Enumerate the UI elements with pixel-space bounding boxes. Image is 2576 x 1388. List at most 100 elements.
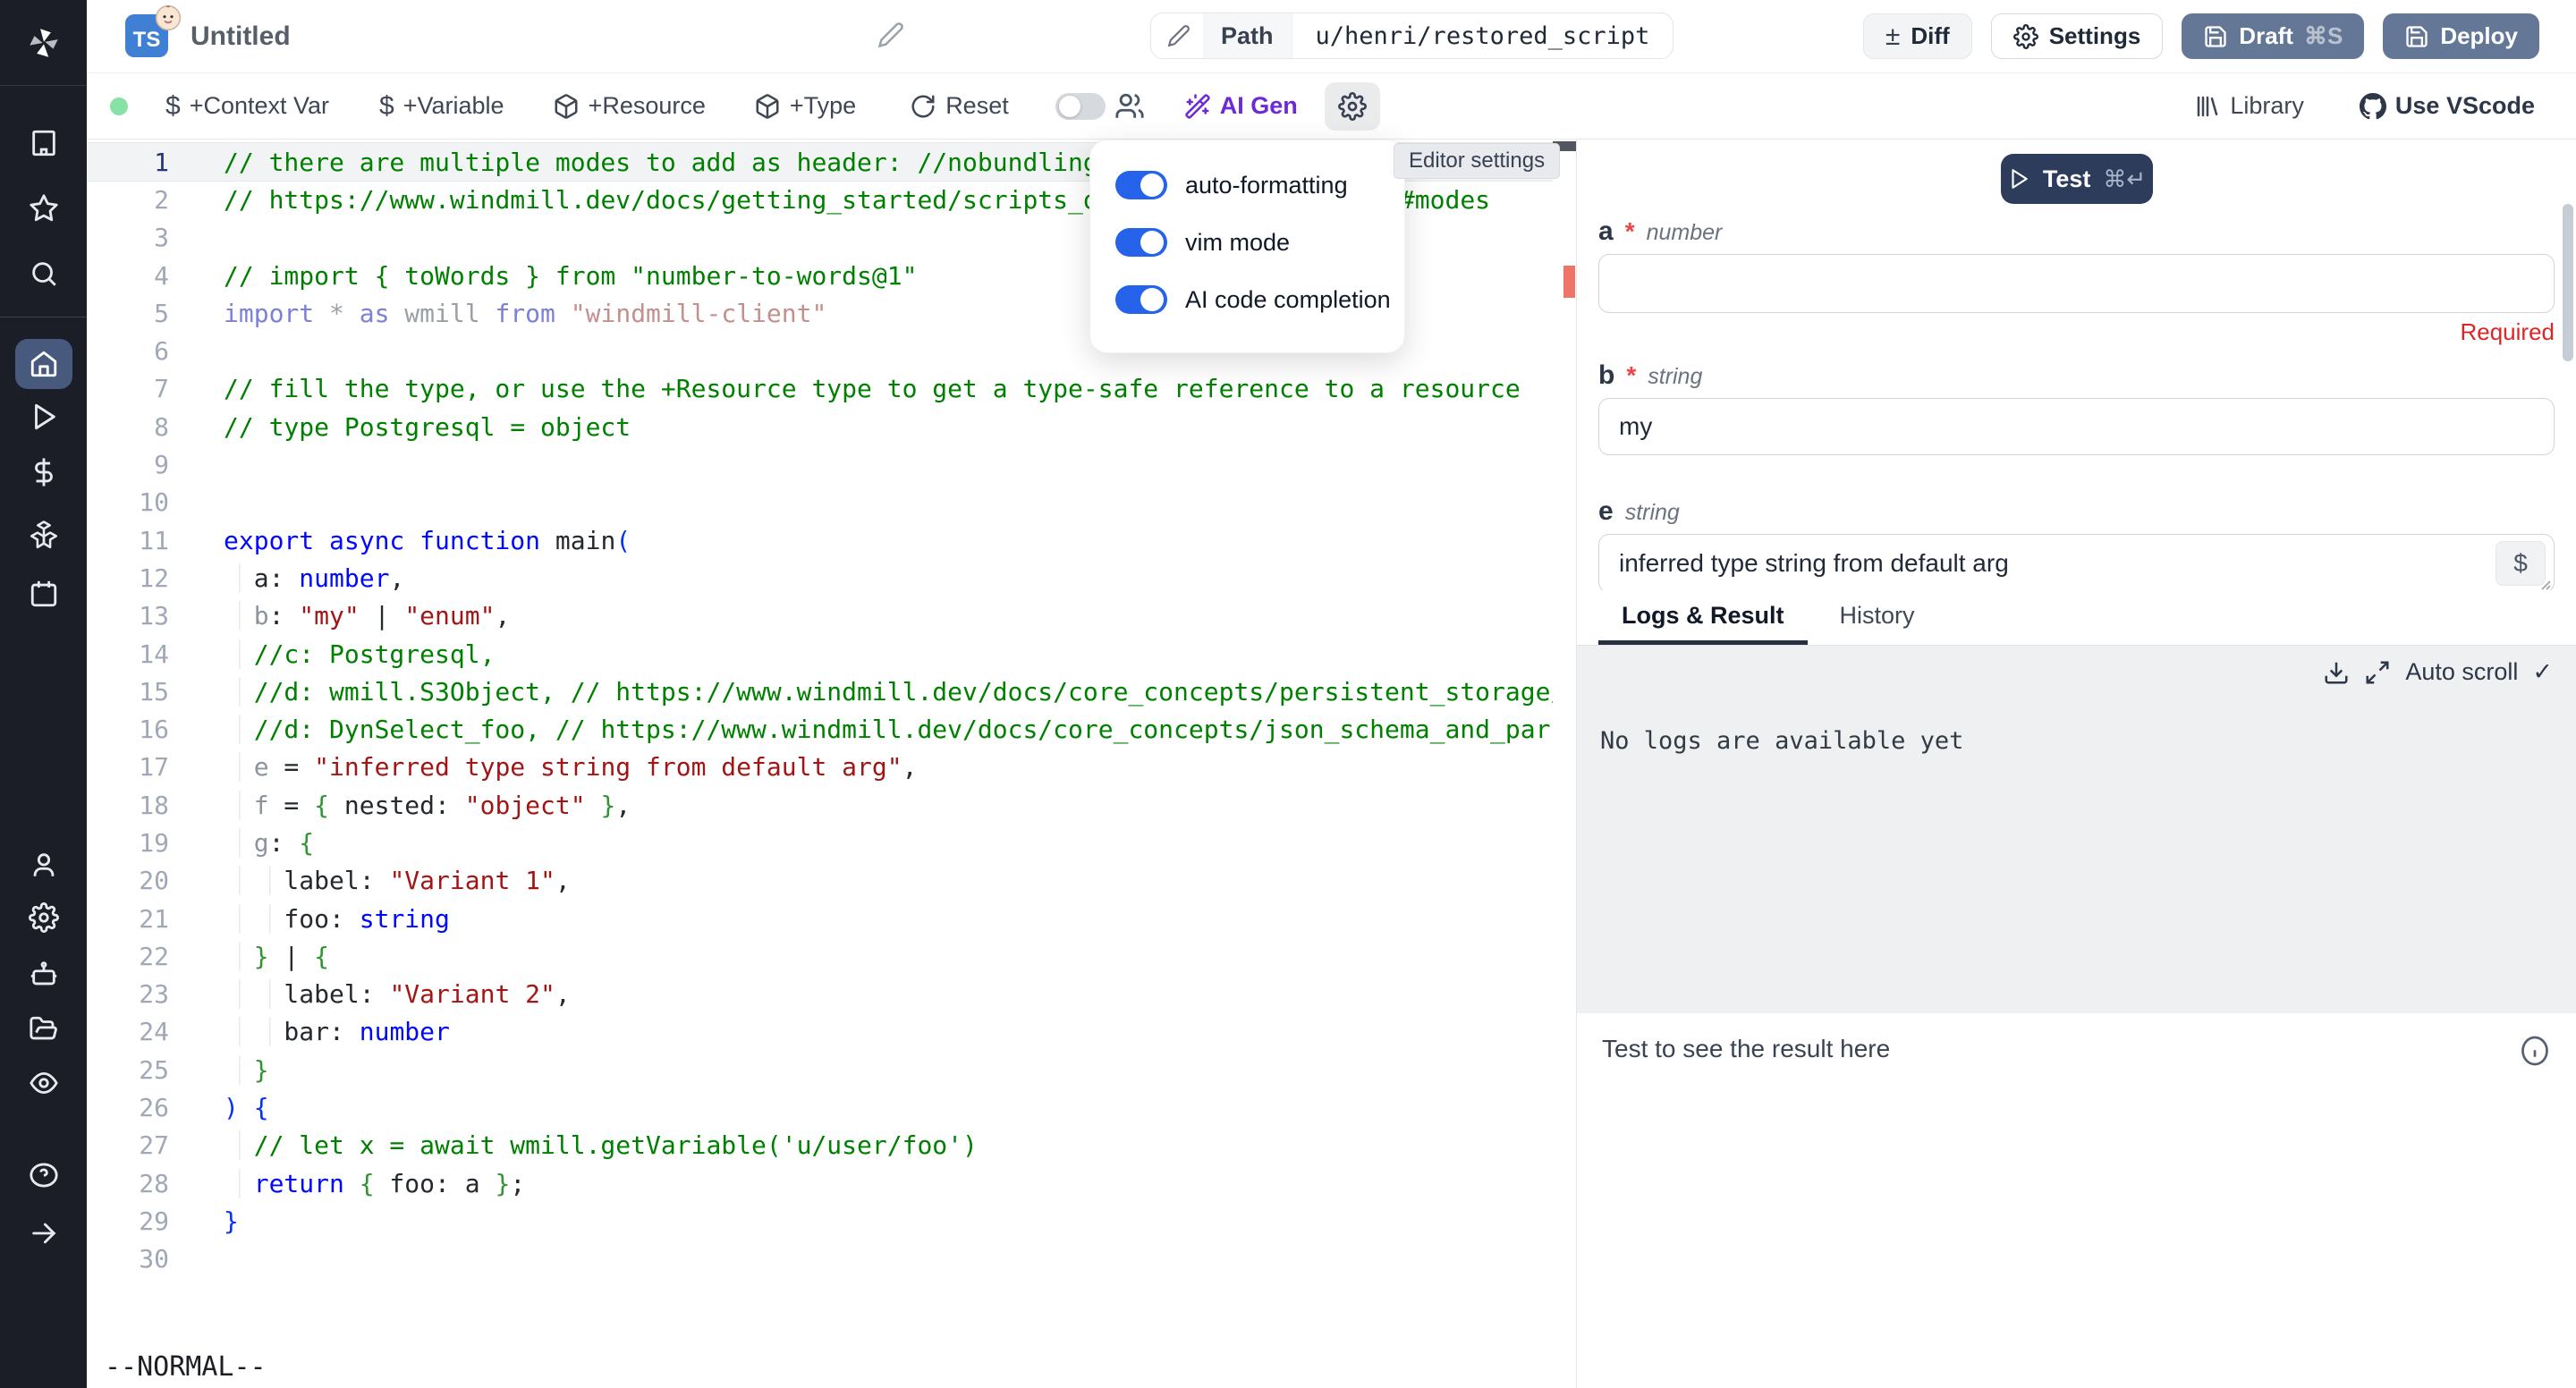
settings-button[interactable]: Settings (1991, 13, 2164, 59)
code-line[interactable]: 25 } (87, 1051, 1553, 1088)
code-line[interactable]: 13 b: "my" | "enum", (87, 597, 1553, 635)
multiplayer-toggle[interactable] (1055, 93, 1106, 120)
code-text: // fill the type, or use the +Resource t… (169, 374, 1553, 403)
add-variable-button[interactable]: $ +Variable (379, 91, 504, 122)
sidebar-item-audit[interactable] (15, 1062, 72, 1104)
code-line[interactable]: 27 // let x = await wmill.getVariable('u… (87, 1127, 1553, 1164)
sidebar-item-home[interactable] (15, 339, 72, 389)
sidebar-item-workspace[interactable] (15, 122, 72, 165)
info-icon[interactable] (2519, 1035, 2551, 1067)
code-line[interactable]: 20 label: "Variant 1", (87, 862, 1553, 900)
diff-button[interactable]: ± Diff (1863, 13, 1972, 59)
sidebar-item-favorites[interactable] (15, 187, 72, 230)
code-line[interactable]: 8// type Postgresql = object (87, 408, 1553, 445)
sidebar-item-folders[interactable] (15, 1008, 72, 1051)
menu-item-auto-formatting: auto-formatting (1115, 164, 1404, 207)
field-a-input[interactable] (1598, 254, 2555, 313)
line-number: 4 (87, 261, 169, 291)
code-line[interactable]: 18 f = { nested: "object" }, (87, 786, 1553, 824)
sidebar-item-help[interactable] (15, 1154, 72, 1197)
line-number: 17 (87, 752, 169, 782)
library-button[interactable]: Library (2194, 92, 2304, 120)
code-line[interactable]: 15 //d: wmill.S3Object, // https://www.w… (87, 673, 1553, 710)
code-line[interactable]: 16 //d: DynSelect_foo, // https://www.wi… (87, 710, 1553, 748)
code-line[interactable]: 12 a: number, (87, 559, 1553, 597)
field-e-input[interactable] (1598, 534, 2555, 590)
code-line[interactable]: 29} (87, 1202, 1553, 1240)
result-section: Test to see the result here (1577, 1013, 2576, 1388)
code-line[interactable]: 28 return { foo: a }; (87, 1164, 1553, 1202)
auto-formatting-label: auto-formatting (1185, 172, 1348, 199)
panel-scrollbar-thumb[interactable] (2563, 204, 2573, 361)
code-line[interactable]: 21 foo: string (87, 900, 1553, 937)
sidebar-item-settings[interactable] (15, 896, 72, 939)
code-text: } (169, 1055, 1553, 1085)
sidebar-collapse[interactable] (15, 1212, 72, 1255)
result-placeholder: Test to see the result here (1602, 1035, 1890, 1063)
tab-logs-result[interactable]: Logs & Result (1598, 590, 1808, 645)
ai-code-completion-toggle[interactable] (1115, 285, 1167, 314)
code-line[interactable]: 10 (87, 484, 1553, 521)
tab-history[interactable]: History (1817, 590, 1938, 645)
save-icon (2203, 24, 2228, 49)
add-resource-button[interactable]: +Resource (553, 92, 706, 120)
ai-gen-button[interactable]: AI Gen (1184, 92, 1298, 120)
required-star: * (1625, 217, 1635, 246)
diff-label: Diff (1911, 22, 1949, 50)
edit-title-pencil-icon[interactable] (877, 21, 904, 48)
field-b-label-row: b* string (1598, 360, 2555, 391)
reset-button[interactable]: Reset (910, 92, 1009, 120)
code-line[interactable]: 24 bar: number (87, 1013, 1553, 1051)
test-button[interactable]: Test ⌘↵ (2001, 154, 2153, 204)
add-resource-label: +Resource (589, 92, 706, 120)
check-icon[interactable]: ✓ (2532, 658, 2553, 686)
sidebar-item-schedules[interactable] (15, 572, 72, 615)
sidebar-item-resources[interactable] (15, 512, 72, 555)
vim-mode-toggle[interactable] (1115, 228, 1167, 257)
resize-handle-icon[interactable] (2537, 576, 2551, 590)
path-value[interactable]: u/henri/restored_script (1292, 22, 1674, 50)
code-line[interactable]: 17 e = "inferred type string from defaul… (87, 749, 1553, 786)
ai-code-completion-label: AI code completion (1185, 286, 1391, 314)
code-line[interactable]: 22 } | { (87, 937, 1553, 975)
sidebar-item-variables[interactable] (15, 451, 72, 494)
field-a-name: a (1598, 216, 1614, 247)
run-panel: Test ⌘↵ a* number Required b* string (1577, 140, 2576, 1388)
windmill-logo[interactable] (0, 0, 87, 86)
line-number: 13 (87, 601, 169, 631)
draft-button[interactable]: Draft ⌘S (2182, 13, 2364, 59)
code-line[interactable]: 7// fill the type, or use the +Resource … (87, 370, 1553, 408)
auto-formatting-toggle[interactable] (1115, 171, 1167, 199)
line-number: 10 (87, 487, 169, 517)
sidebar-item-workers[interactable] (15, 953, 72, 996)
editor-settings-tooltip: Editor settings (1394, 143, 1560, 179)
auto-scroll-label[interactable]: Auto scroll (2405, 658, 2518, 686)
add-type-label: +Type (790, 92, 856, 120)
editor-scrollbar[interactable] (1553, 140, 1576, 1388)
download-icon[interactable] (2323, 659, 2350, 686)
code-line[interactable]: 9 (87, 445, 1553, 483)
code-line[interactable]: 26) { (87, 1088, 1553, 1126)
line-number: 28 (87, 1169, 169, 1198)
sidebar-item-search[interactable] (15, 252, 72, 295)
add-context-var-button[interactable]: $ +Context Var (165, 91, 329, 122)
code-text: f = { nested: "object" }, (169, 791, 1553, 820)
sidebar-item-account[interactable] (15, 843, 72, 886)
code-line[interactable]: 19 g: { (87, 824, 1553, 861)
expand-icon[interactable] (2364, 659, 2391, 686)
sidebar-item-runs[interactable] (15, 395, 72, 438)
path-edit-pencil-icon[interactable] (1151, 24, 1203, 47)
code-line[interactable]: 11export async function main( (87, 521, 1553, 559)
path-pill[interactable]: Path u/henri/restored_script (1150, 13, 1674, 59)
add-type-button[interactable]: +Type (754, 92, 856, 120)
field-b-input[interactable] (1598, 398, 2555, 455)
editor-settings-button[interactable] (1325, 82, 1380, 131)
gear-icon (29, 902, 59, 933)
deploy-button[interactable]: Deploy (2383, 13, 2539, 59)
code-line[interactable]: 14 //c: Postgresql, (87, 635, 1553, 673)
code-line[interactable]: 30 (87, 1240, 1553, 1278)
code-line[interactable]: 23 label: "Variant 2", (87, 976, 1553, 1013)
line-number: 8 (87, 412, 169, 442)
use-vscode-button[interactable]: Use VScode (2360, 92, 2535, 120)
line-number: 19 (87, 828, 169, 858)
